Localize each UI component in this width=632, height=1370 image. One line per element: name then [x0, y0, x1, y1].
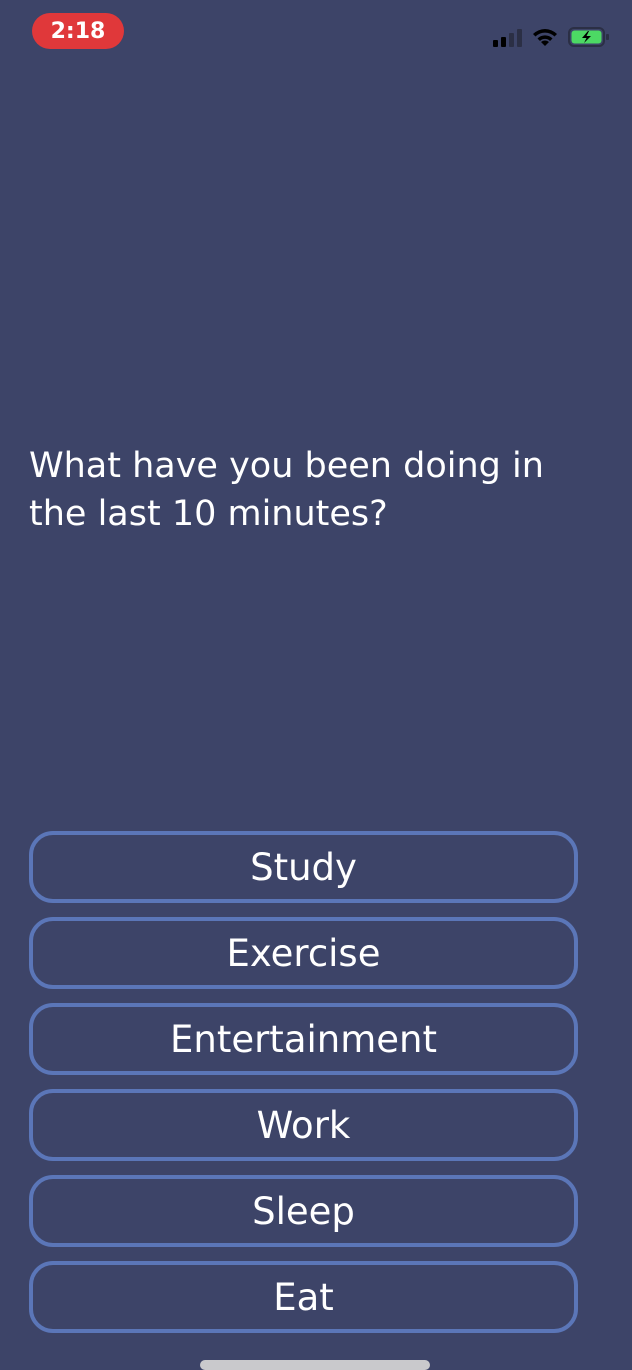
option-work-button[interactable]: Work	[29, 1089, 578, 1161]
status-time[interactable]: 2:18	[32, 13, 124, 49]
option-exercise-button[interactable]: Exercise	[29, 917, 578, 989]
status-icons	[493, 24, 610, 50]
answer-options: Study Exercise Entertainment Work Sleep …	[29, 831, 578, 1333]
status-bar: 2:18	[0, 0, 632, 64]
home-indicator[interactable]	[200, 1360, 430, 1370]
question-text: What have you been doing in the last 10 …	[29, 446, 544, 534]
option-sleep-button[interactable]: Sleep	[29, 1175, 578, 1247]
cellular-signal-icon	[493, 27, 522, 47]
wifi-icon	[532, 27, 558, 47]
option-eat-button[interactable]: Eat	[29, 1261, 578, 1333]
option-study-button[interactable]: Study	[29, 831, 578, 903]
option-entertainment-button[interactable]: Entertainment	[29, 1003, 578, 1075]
battery-charging-icon	[568, 26, 610, 48]
